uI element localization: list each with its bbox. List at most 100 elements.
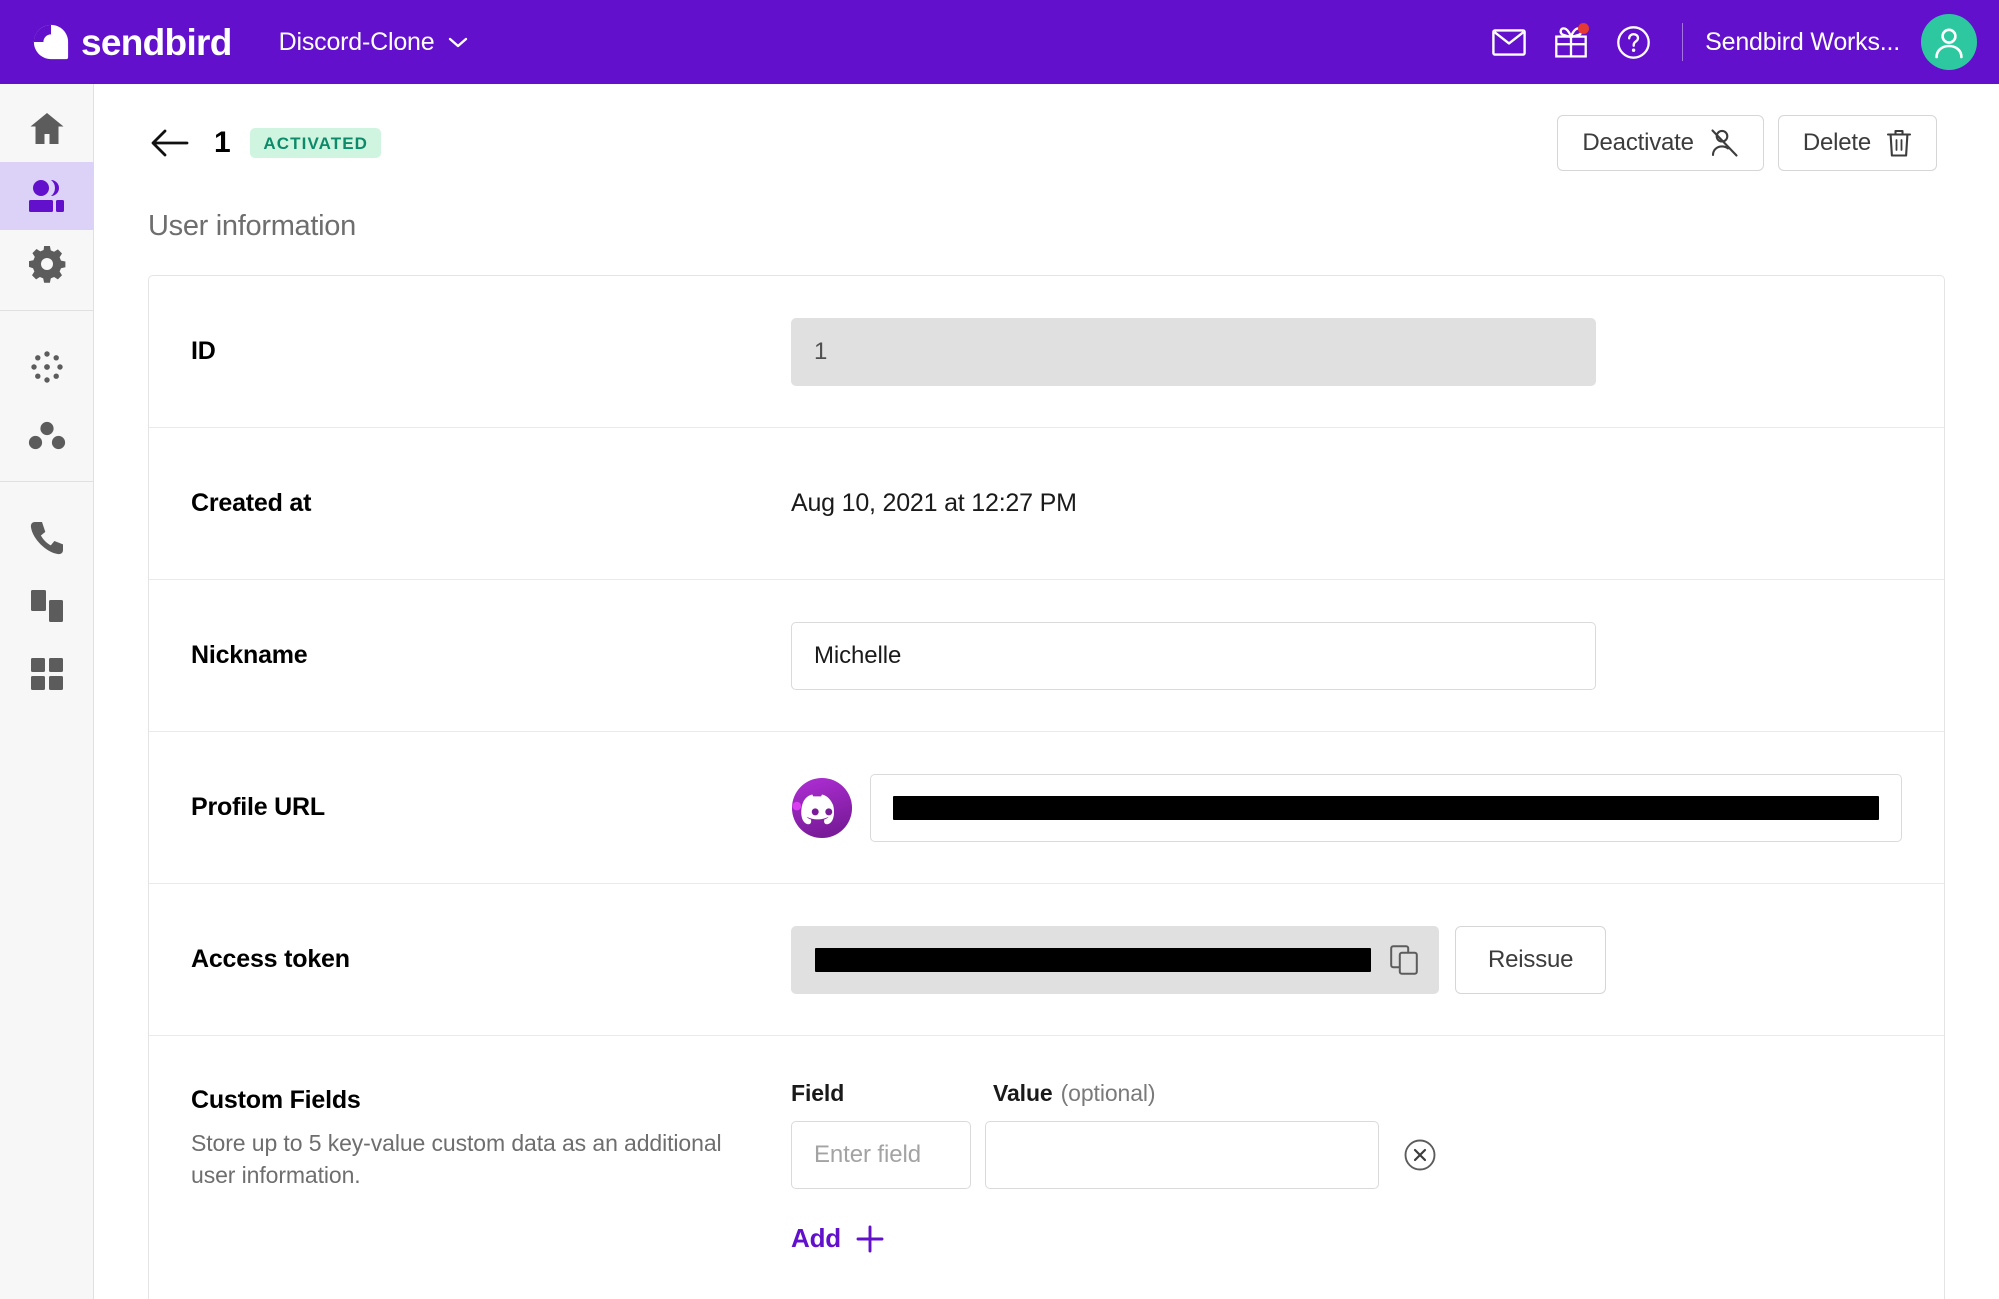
row-profile-url: Profile URL: [149, 732, 1944, 884]
user-slash-icon: [1711, 129, 1738, 157]
page-title: 1: [214, 126, 231, 159]
custom-field-value-input[interactable]: [985, 1121, 1379, 1189]
row-custom-fields: Custom Fields Store up to 5 key-value cu…: [149, 1036, 1944, 1299]
row-field-profile-url: [791, 773, 1902, 842]
profile-url-redacted-value: [893, 795, 1879, 820]
app-switcher[interactable]: Discord-Clone: [275, 22, 473, 63]
phone-icon: [30, 522, 63, 555]
nickname-input-value: Michelle: [814, 641, 902, 669]
app-name-label: Discord-Clone: [278, 27, 435, 56]
row-access-token: Access token Reissue: [149, 884, 1944, 1036]
access-token-group: Reissue: [791, 925, 1902, 994]
mail-icon: [1492, 28, 1526, 56]
sidebar-item-home[interactable]: [0, 94, 94, 162]
sidebar-item-apps[interactable]: [0, 640, 94, 708]
grid-icon: [31, 658, 63, 690]
help-button[interactable]: [1602, 11, 1664, 73]
access-token-input: [791, 925, 1439, 994]
user-information-card: ID 1 Created at Aug 10, 2021 at 12:27 PM…: [148, 275, 1945, 1299]
users-icon: [29, 180, 64, 212]
deactivate-button[interactable]: Deactivate: [1557, 115, 1764, 171]
row-label-id: ID: [191, 337, 216, 365]
row-label-access-token: Access token: [191, 945, 350, 973]
profile-url-input[interactable]: [870, 773, 1902, 842]
reissue-button[interactable]: Reissue: [1455, 925, 1607, 994]
value-column-header: Value (optional): [993, 1080, 1156, 1107]
section-title: User information: [148, 210, 356, 242]
value-column-optional-text: (optional): [1060, 1080, 1156, 1106]
add-custom-field-button[interactable]: Add: [791, 1223, 885, 1254]
sidebar-item-calls[interactable]: [0, 504, 94, 572]
custom-field-row: Enter field: [791, 1121, 1902, 1189]
field-column-header: Field: [791, 1080, 845, 1106]
dotted-circle-icon: [31, 351, 63, 383]
arrow-left-icon: [151, 129, 189, 157]
sidebar-item-users[interactable]: [0, 162, 94, 230]
mail-button[interactable]: [1478, 11, 1540, 73]
custom-fields-title: Custom Fields: [191, 1086, 361, 1114]
avatar[interactable]: [1921, 14, 1977, 70]
brand-name: sendbird: [81, 21, 232, 63]
row-label-nickname: Nickname: [191, 641, 308, 669]
row-field-access-token: Reissue: [791, 925, 1902, 994]
row-label-custom-fields: Custom Fields Store up to 5 key-value cu…: [191, 1080, 791, 1191]
sendbird-logo-icon: [33, 24, 69, 60]
page-actions: Deactivate Delete: [1557, 115, 1937, 171]
nickname-input[interactable]: Michelle: [791, 621, 1596, 690]
id-input-value: 1: [814, 337, 828, 365]
profile-avatar-icon[interactable]: [791, 777, 853, 839]
value-column-header-text: Value: [993, 1080, 1053, 1106]
sidebar-item-moderation[interactable]: [0, 333, 94, 401]
brand-logo[interactable]: sendbird: [32, 23, 232, 61]
reissue-button-label: Reissue: [1488, 945, 1574, 973]
sidebar-divider-2: [0, 481, 93, 482]
custom-fields-description: Store up to 5 key-value custom data as a…: [191, 1130, 722, 1188]
delete-button[interactable]: Delete: [1777, 115, 1937, 171]
three-dots-cluster-icon: [28, 421, 66, 450]
id-input: 1: [791, 317, 1596, 386]
top-bar-actions: Sendbird Works...: [1478, 0, 1999, 84]
add-custom-field-label: Add: [791, 1223, 841, 1253]
custom-field-key-placeholder: Enter field: [814, 1141, 921, 1168]
trash-icon: [1886, 129, 1912, 157]
sidebar-item-analytics[interactable]: [0, 401, 94, 469]
sidebar-item-desk[interactable]: [0, 572, 94, 640]
gift-button[interactable]: [1540, 11, 1602, 73]
copy-button[interactable]: [1387, 943, 1421, 977]
main-content: 1 ACTIVATED Deactivate Delete User infor…: [94, 84, 1999, 1299]
custom-fields-headers: Field Value (optional): [791, 1080, 1902, 1107]
access-token-redacted-value: [815, 947, 1371, 972]
row-id: ID 1: [149, 276, 1944, 428]
top-bar: sendbird Discord-Clone Sendbird Works...: [0, 0, 1999, 84]
workspace-name[interactable]: Sendbird Works...: [1705, 28, 1900, 57]
row-created-at: Created at Aug 10, 2021 at 12:27 PM: [149, 428, 1944, 580]
profile-url-group: [791, 773, 1902, 842]
page-header: 1 ACTIVATED Deactivate Delete: [94, 84, 1999, 171]
row-field-nickname: Michelle: [791, 621, 1902, 690]
gift-notification-dot: [1578, 23, 1590, 34]
row-label-created-at: Created at: [191, 489, 312, 517]
gear-icon: [29, 246, 66, 283]
delete-button-label: Delete: [1802, 129, 1871, 156]
row-field-created-at: Aug 10, 2021 at 12:27 PM: [791, 489, 1902, 518]
home-icon: [30, 112, 64, 144]
status-badge: ACTIVATED: [250, 128, 382, 158]
help-icon: [1616, 25, 1650, 59]
panels-icon: [31, 590, 63, 622]
sidebar: [0, 84, 94, 1299]
row-field-custom-fields: Field Value (optional) Enter field Add: [791, 1080, 1902, 1254]
plus-icon: [856, 1225, 884, 1252]
back-button[interactable]: [148, 121, 192, 165]
chevron-down-icon: [449, 37, 468, 48]
row-nickname: Nickname Michelle: [149, 580, 1944, 732]
deactivate-button-label: Deactivate: [1582, 129, 1694, 156]
custom-field-key-input[interactable]: Enter field: [791, 1121, 971, 1189]
toolbar-divider: [1682, 23, 1684, 61]
remove-custom-field-button[interactable]: [1403, 1138, 1437, 1172]
copy-icon: [1390, 944, 1418, 975]
sidebar-item-settings[interactable]: [0, 230, 94, 298]
row-label-profile-url: Profile URL: [191, 793, 325, 821]
